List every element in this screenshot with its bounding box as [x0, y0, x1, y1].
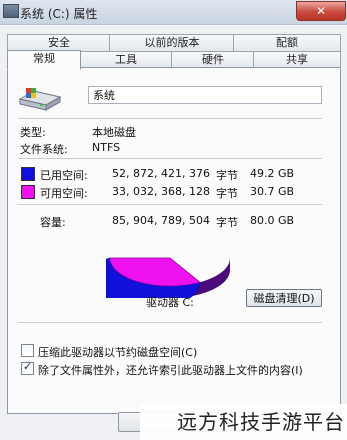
tab-quota[interactable]: 配额	[233, 34, 341, 51]
free-space-bytes: 33, 032, 368, 128	[112, 185, 210, 198]
free-space-unit: 字节	[216, 187, 238, 200]
title-bar: 系统 (C:) 属性 ✕	[0, 0, 347, 25]
drive-label: 驱动器 C:	[146, 296, 194, 309]
separator	[18, 204, 322, 205]
checkmark-icon: ✓	[23, 360, 33, 373]
used-space-label: 已用空间:	[40, 169, 88, 182]
compress-drive-label: 压缩此驱动器以节约磁盘空间(C)	[38, 346, 198, 359]
drive-properties-icon	[3, 4, 19, 18]
separator	[18, 118, 322, 119]
free-space-size: 30.7 GB	[250, 185, 295, 198]
allow-indexing-checkbox[interactable]: ✓	[21, 360, 34, 375]
file-system-label: 文件系统:	[20, 143, 68, 156]
disk-usage-pie-chart	[106, 257, 230, 298]
used-space-size: 49.2 GB	[250, 167, 295, 180]
tab-security[interactable]: 安全	[7, 34, 111, 51]
volume-name-input[interactable]: 系统	[88, 86, 322, 104]
tab-general[interactable]: 常规	[7, 50, 81, 70]
tab-tools[interactable]: 工具	[79, 51, 173, 68]
file-system-value: NTFS	[92, 141, 121, 154]
free-space-swatch	[21, 185, 35, 199]
window-title: 系统 (C:) 属性	[20, 7, 98, 21]
capacity-size: 80.0 GB	[250, 214, 295, 227]
type-label: 类型:	[20, 126, 46, 139]
disk-cleanup-button[interactable]: 磁盘清理(D)	[246, 289, 322, 307]
tab-sharing[interactable]: 共享	[253, 51, 341, 68]
watermark-text: 远方科技手游平台	[140, 404, 347, 440]
separator	[18, 158, 322, 159]
allow-indexing-label: 除了文件属性外，还允许索引此驱动器上文件的内容(I)	[38, 364, 303, 377]
used-space-bytes: 52, 872, 421, 376	[112, 167, 210, 180]
compress-drive-checkbox[interactable]	[21, 344, 34, 357]
type-value: 本地磁盘	[92, 126, 136, 139]
tab-hardware[interactable]: 硬件	[171, 51, 255, 68]
separator	[18, 322, 322, 323]
used-space-unit: 字节	[216, 169, 238, 182]
used-space-swatch	[21, 167, 35, 181]
close-button[interactable]: ✕	[296, 1, 346, 21]
free-space-label: 可用空间:	[40, 187, 88, 200]
hard-drive-icon	[18, 88, 62, 111]
capacity-label: 容量:	[40, 216, 66, 229]
tab-previous-versions[interactable]: 以前的版本	[109, 34, 235, 51]
